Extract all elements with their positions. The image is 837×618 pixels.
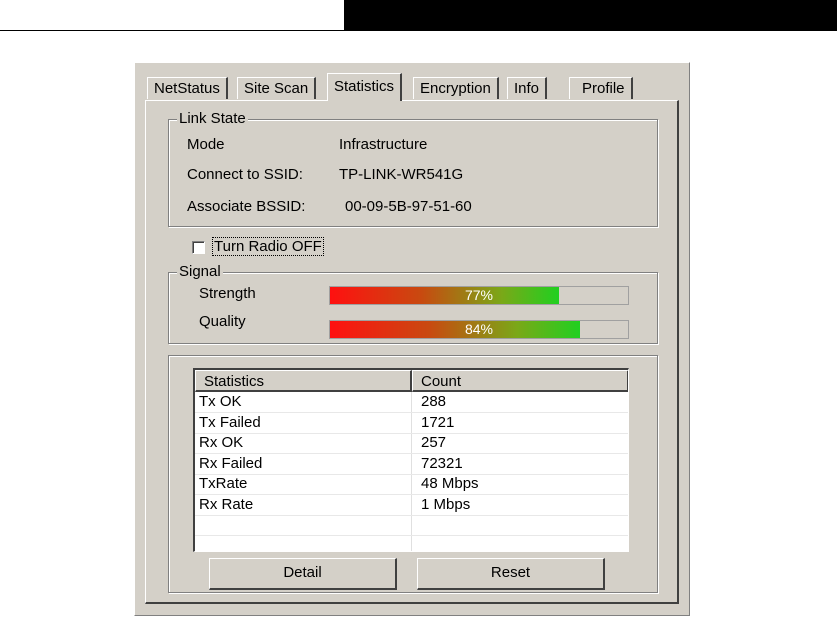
document-header-rule [0, 30, 837, 31]
statistic-name: Rx Rate [199, 495, 254, 513]
statistic-count: 72321 [421, 454, 463, 472]
tab-netstatus[interactable]: NetStatus [147, 77, 228, 99]
link-state-group: Link State Mode Infrastructure Connect t… [168, 110, 658, 227]
table-row[interactable]: Rx OK 257 [195, 433, 628, 454]
tab-statistics[interactable]: Statistics [327, 73, 403, 101]
statistic-count: 1721 [421, 413, 455, 431]
table-row [195, 536, 628, 552]
turn-radio-off-label[interactable]: Turn Radio OFF [212, 237, 324, 256]
reset-button[interactable]: Reset [417, 558, 605, 590]
column-header-statistics[interactable]: Statistics [195, 370, 412, 392]
column-header-count[interactable]: Count [412, 370, 628, 392]
statistic-count: 48 Mbps [421, 475, 479, 492]
utility-dialog: NetStatus Site Scan Statistics Encryptio… [134, 62, 690, 616]
statistic-name: Rx Failed [199, 454, 263, 472]
strength-label: Strength [199, 285, 256, 302]
table-row[interactable]: Tx Failed 1721 [195, 413, 628, 434]
quality-bar: 84% [329, 320, 629, 339]
strength-bar: 77% [329, 286, 629, 305]
statistics-list[interactable]: Statistics Count Tx OK 288 Tx Failed 1721 Rx… [193, 368, 629, 552]
statistics-group: Statistics Count Tx OK 288 Tx Failed 1721 Rx… [168, 355, 658, 593]
statistics-tab-panel: Link State Mode Infrastructure Connect t… [145, 100, 679, 604]
statistic-name: Tx OK [199, 393, 242, 410]
link-state-title: Link State [177, 110, 248, 127]
quality-label: Quality [199, 313, 246, 330]
tab-site-scan[interactable]: Site Scan [237, 77, 317, 99]
statistic-count: 257 [421, 434, 447, 451]
tab-encryption[interactable]: Encryption [413, 77, 499, 99]
table-row[interactable]: Tx OK 288 [195, 392, 628, 413]
tab-info[interactable]: Info [507, 77, 548, 99]
signal-title: Signal [177, 263, 223, 280]
quality-percent: 84% [464, 321, 494, 337]
tab-profile[interactable]: Profile [569, 77, 633, 99]
table-row[interactable]: TxRate 48 Mbps [195, 474, 628, 495]
detail-button[interactable]: Detail [209, 558, 397, 590]
bssid-value: 00-09-5B-97-51-60 [345, 198, 472, 215]
statistic-name: Tx Failed [199, 413, 261, 431]
mode-value: Infrastructure [339, 136, 428, 153]
statistic-count: 288 [421, 393, 447, 410]
turn-radio-off-checkbox[interactable] [192, 241, 205, 254]
table-row[interactable]: Rx Failed 72321 [195, 454, 628, 475]
mode-label: Mode [187, 136, 225, 153]
statistic-name: Rx OK [199, 434, 244, 451]
ssid-label: Connect to SSID: [187, 166, 303, 183]
ssid-value: TP-LINK-WR541G [339, 166, 464, 183]
statistic-name: TxRate [199, 475, 248, 492]
strength-percent: 77% [464, 287, 494, 303]
statistic-count: 1 Mbps [421, 495, 471, 513]
table-row[interactable]: Rx Rate 1 Mbps [195, 495, 628, 516]
bssid-label: Associate BSSID: [187, 198, 306, 215]
table-row [195, 515, 628, 536]
signal-group: Signal Strength 77% Quality 84% [168, 263, 658, 344]
document-header-bar [344, 0, 837, 30]
